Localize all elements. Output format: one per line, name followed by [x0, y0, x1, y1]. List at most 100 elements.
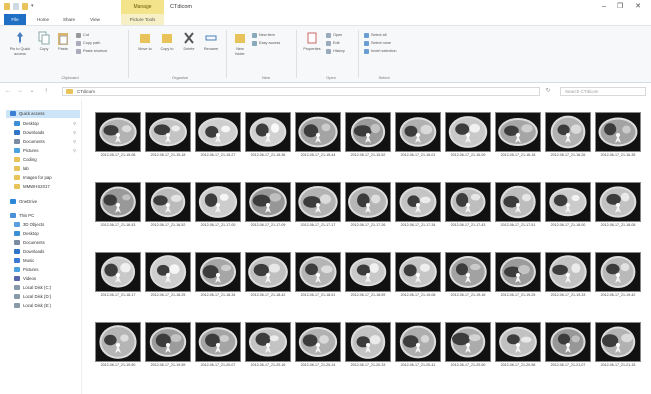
- nav-item-this-pc[interactable]: This PC: [6, 212, 80, 220]
- new-folder-button[interactable]: New folder: [232, 31, 248, 56]
- copy-path-button[interactable]: Copy path: [76, 40, 100, 46]
- file-thumbnail[interactable]: 2012-06-17_21-16-35: [595, 112, 641, 157]
- file-thumbnail[interactable]: 2012-06-17_21-18-34: [195, 252, 241, 297]
- file-thumbnail[interactable]: 2012-06-17_21-16-18: [495, 112, 541, 157]
- forward-button[interactable]: →: [16, 86, 24, 96]
- history-button[interactable]: History: [326, 48, 345, 54]
- new-item-button[interactable]: New item: [252, 32, 275, 38]
- file-thumbnail[interactable]: 2012-06-17_21-16-09: [445, 112, 491, 157]
- select-none-button[interactable]: Select none: [364, 40, 391, 46]
- nav-item-videos[interactable]: Videos: [10, 275, 80, 283]
- file-thumbnail[interactable]: 2012-06-17_21-17-34: [395, 182, 441, 227]
- nav-item-music[interactable]: Music: [10, 257, 80, 265]
- nav-item-onedrive[interactable]: OneDrive: [6, 198, 80, 206]
- tab-home[interactable]: Home: [32, 14, 54, 25]
- file-thumbnail[interactable]: 2012-06-17_21-15-44: [295, 112, 341, 157]
- search-input[interactable]: Search CTdicom: [560, 87, 646, 96]
- file-thumbnail[interactable]: 2012-06-17_21-16-43: [95, 182, 141, 227]
- file-thumbnail[interactable]: 2012-06-17_21-19-59: [145, 322, 191, 367]
- file-thumbnail[interactable]: 2012-06-17_21-19-25: [495, 252, 541, 297]
- nav-item-local-disk-e[interactable]: Local Disk (E:): [10, 302, 80, 310]
- nav-item-coding[interactable]: Coding: [10, 156, 80, 164]
- file-thumbnail[interactable]: 2012-06-17_21-21-07: [545, 322, 591, 367]
- pin-to-quick-access-button[interactable]: Pin to Quick access: [6, 31, 34, 56]
- nav-item-3d-objects[interactable]: 3D Objects: [10, 221, 80, 229]
- nav-item-desktop[interactable]: Desktop: [10, 230, 80, 238]
- tab-file[interactable]: File: [4, 14, 26, 25]
- nav-item-pictures[interactable]: Pictures: [10, 266, 80, 274]
- paste-button[interactable]: Paste: [54, 31, 72, 52]
- file-thumbnail[interactable]: 2012-06-17_21-16-01: [395, 112, 441, 157]
- maximize-button[interactable]: ❐: [614, 2, 626, 12]
- file-thumbnail[interactable]: 2012-06-17_21-15-08: [95, 112, 141, 157]
- nav-item-images-for-pap[interactable]: Images for pap: [10, 174, 80, 182]
- file-thumbnail[interactable]: 2012-06-17_21-18-25: [145, 252, 191, 297]
- file-thumbnail[interactable]: 2012-06-17_21-17-51: [495, 182, 541, 227]
- nav-item-downloads[interactable]: Downloads ⚲: [10, 129, 80, 137]
- copy-button[interactable]: Copy: [36, 31, 52, 52]
- file-thumbnail[interactable]: 2012-06-17_21-20-24: [295, 322, 341, 367]
- tab-view[interactable]: View: [84, 14, 106, 25]
- file-thumbnail[interactable]: 2012-06-17_21-19-50: [95, 322, 141, 367]
- up-button[interactable]: ↑: [42, 86, 50, 96]
- file-thumbnail[interactable]: 2012-06-17_21-16-52: [145, 182, 191, 227]
- rename-button[interactable]: Rename: [202, 31, 220, 52]
- file-thumbnail[interactable]: 2012-06-17_21-20-07: [195, 322, 241, 367]
- nav-item-downloads[interactable]: Downloads: [10, 248, 80, 256]
- properties-icon[interactable]: [13, 3, 19, 10]
- minimize-button[interactable]: –: [598, 2, 610, 12]
- file-thumbnail[interactable]: 2012-06-17_21-18-17: [95, 252, 141, 297]
- file-thumbnail[interactable]: 2012-06-17_21-16-26: [545, 112, 591, 157]
- open-button[interactable]: Open: [326, 32, 342, 38]
- cut-button[interactable]: Cut: [76, 32, 89, 38]
- file-thumbnail[interactable]: 2012-06-17_21-15-27: [195, 112, 241, 157]
- file-thumbnail[interactable]: 2012-06-17_21-19-33: [545, 252, 591, 297]
- new-folder-icon[interactable]: [22, 3, 28, 10]
- select-all-button[interactable]: Select all: [364, 32, 386, 38]
- file-thumbnail[interactable]: 2012-06-17_21-20-50: [445, 322, 491, 367]
- nav-item-lab[interactable]: lab: [10, 165, 80, 173]
- paste-shortcut-button[interactable]: Paste shortcut: [76, 48, 107, 54]
- file-thumbnail[interactable]: 2012-06-17_21-21-15: [595, 322, 641, 367]
- file-thumbnail[interactable]: 2012-06-17_21-19-42: [595, 252, 641, 297]
- move-to-button[interactable]: Move to: [136, 31, 154, 52]
- file-thumbnail[interactable]: 2012-06-17_21-18-51: [295, 252, 341, 297]
- nav-item-documents[interactable]: Documents: [10, 239, 80, 247]
- file-thumbnail[interactable]: 2012-06-17_21-19-16: [445, 252, 491, 297]
- file-thumbnail[interactable]: 2012-06-17_21-17-00: [195, 182, 241, 227]
- manage-context-tab[interactable]: Manage: [121, 0, 164, 14]
- file-thumbnail[interactable]: 2012-06-17_21-18-42: [245, 252, 291, 297]
- file-thumbnail[interactable]: 2012-06-17_21-17-26: [345, 182, 391, 227]
- close-button[interactable]: ✕: [632, 2, 644, 12]
- copy-to-button[interactable]: Copy to: [158, 31, 176, 52]
- tab-share[interactable]: Share: [58, 14, 80, 25]
- easy-access-button[interactable]: Easy access: [252, 40, 280, 46]
- address-field[interactable]: CTdicom: [62, 87, 540, 96]
- tab-picture-tools[interactable]: Picture Tools: [121, 14, 164, 25]
- file-thumbnail[interactable]: 2012-06-17_21-15-18: [145, 112, 191, 157]
- file-thumbnail[interactable]: 2012-06-17_21-18-00: [545, 182, 591, 227]
- nav-item-desktop[interactable]: Desktop ⚲: [10, 120, 80, 128]
- file-thumbnail[interactable]: 2012-06-17_21-17-09: [245, 182, 291, 227]
- file-thumbnail[interactable]: 2012-06-17_21-20-33: [345, 322, 391, 367]
- file-thumbnail[interactable]: 2012-06-17_21-18-59: [345, 252, 391, 297]
- properties-button[interactable]: Properties: [302, 31, 322, 52]
- file-thumbnail[interactable]: 2012-06-17_21-15-36: [245, 112, 291, 157]
- file-thumbnail[interactable]: 2012-06-17_21-18-08: [595, 182, 641, 227]
- refresh-button[interactable]: ↻: [544, 86, 552, 96]
- nav-item-local-disk-c[interactable]: Local Disk (C:): [10, 284, 80, 292]
- file-thumbnail[interactable]: 2012-06-17_21-15-52: [345, 112, 391, 157]
- recent-dropdown-button[interactable]: ⌄: [28, 86, 36, 96]
- back-button[interactable]: ←: [4, 86, 12, 96]
- nav-item-quick-access[interactable]: Quick access: [6, 110, 80, 118]
- nav-item-mmwhs2017[interactable]: MMWHS2017: [10, 183, 80, 191]
- nav-item-documents[interactable]: Documents ⚲: [10, 138, 80, 146]
- delete-button[interactable]: Delete: [180, 31, 198, 52]
- nav-item-pictures[interactable]: Pictures ⚲: [10, 147, 80, 155]
- invert-selection-button[interactable]: Invert selection: [364, 48, 397, 54]
- file-thumbnail[interactable]: 2012-06-17_21-17-17: [295, 182, 341, 227]
- file-thumbnail[interactable]: 2012-06-17_21-20-41: [395, 322, 441, 367]
- file-thumbnail[interactable]: 2012-06-17_21-17-43: [445, 182, 491, 227]
- file-thumbnail[interactable]: 2012-06-17_21-20-16: [245, 322, 291, 367]
- file-thumbnail[interactable]: 2012-06-17_21-20-58: [495, 322, 541, 367]
